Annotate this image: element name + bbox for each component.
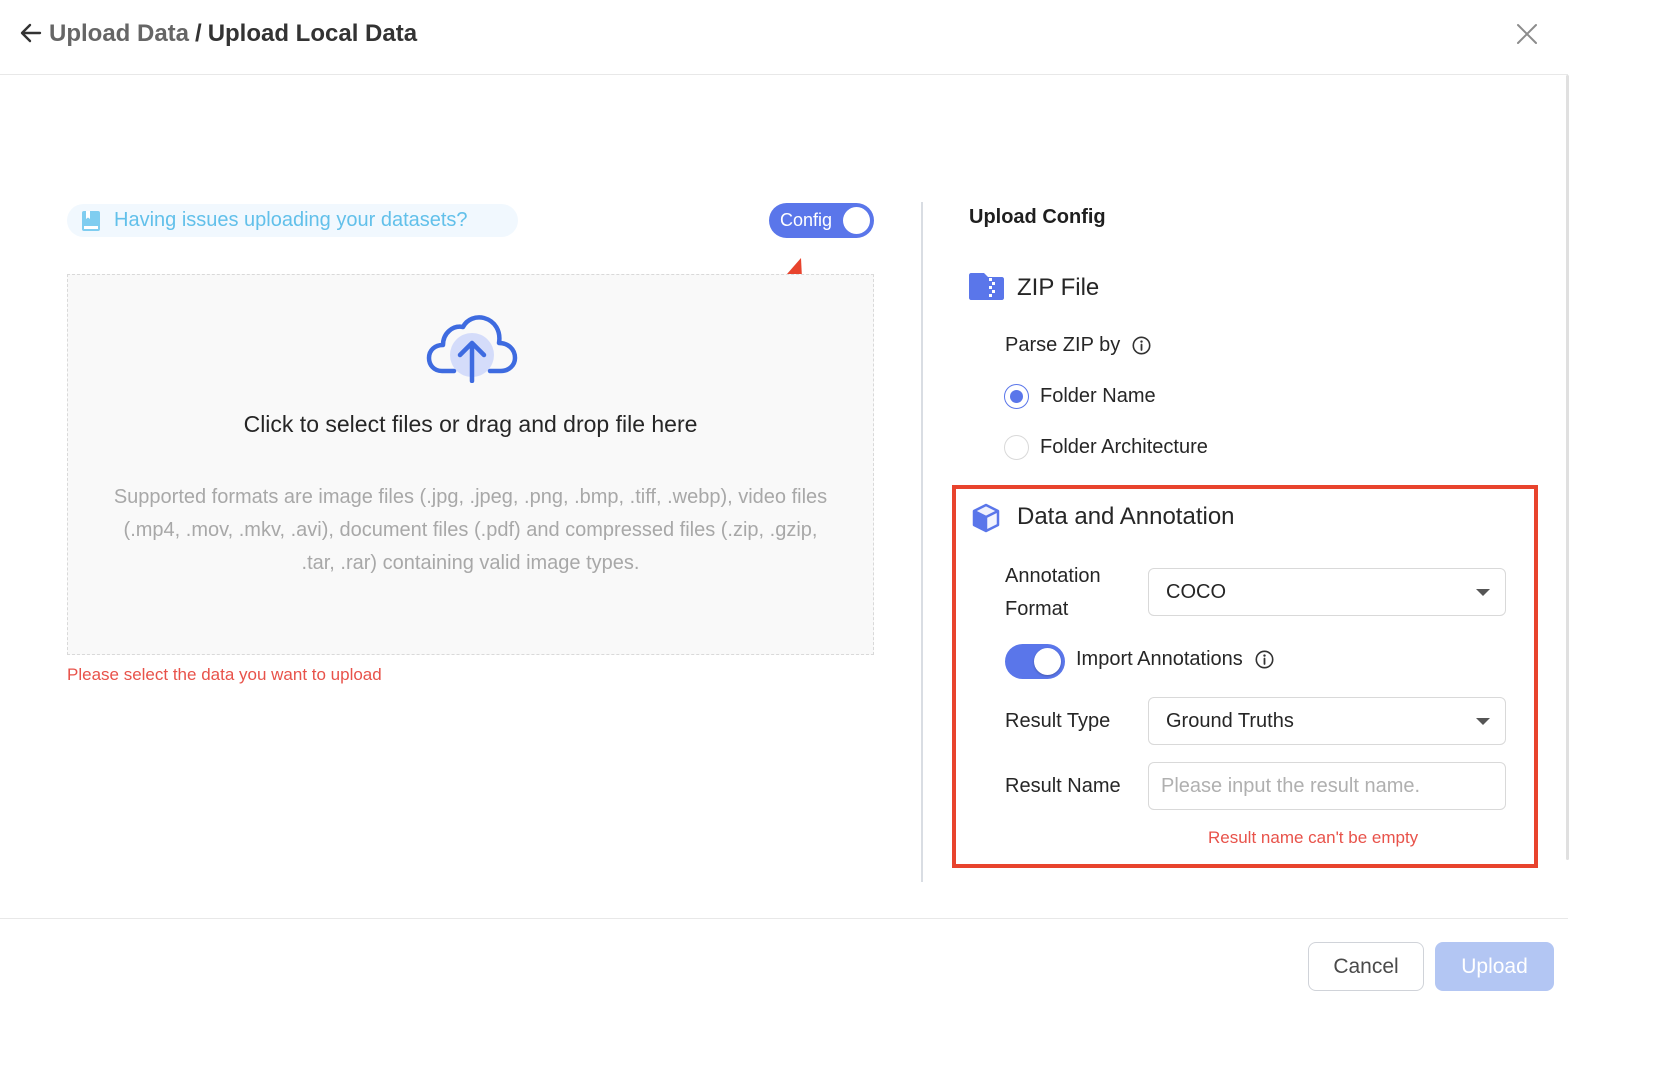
result-type-select[interactable]: Ground Truths xyxy=(1148,697,1506,745)
panel-divider xyxy=(921,202,923,882)
annotation-format-label-line1: Annotation xyxy=(1005,565,1101,587)
annotation-format-value: COCO xyxy=(1166,580,1226,603)
import-annotations-toggle[interactable] xyxy=(1005,644,1065,679)
dropzone-title: Click to select files or drag and drop f… xyxy=(243,411,698,437)
result-type-label: Result Type xyxy=(1005,710,1111,732)
result-name-error: Result name can't be empty xyxy=(1208,828,1419,847)
radio-folder-name[interactable]: Folder Name xyxy=(1004,384,1156,409)
dropzone-description: Supported formats are image files (.jpg,… xyxy=(113,486,828,574)
caret-down-icon xyxy=(1476,589,1490,596)
cube-icon xyxy=(972,503,1000,533)
caret-down-icon xyxy=(1476,718,1490,725)
radio-label: Folder Name xyxy=(1040,385,1156,407)
close-icon[interactable] xyxy=(1514,21,1540,47)
radio-label: Folder Architecture xyxy=(1040,436,1208,458)
help-link-text: Having issues uploading your datasets? xyxy=(114,209,468,231)
zip-file-title: ZIP File xyxy=(1017,274,1100,301)
breadcrumb-parent[interactable]: Upload Data xyxy=(49,20,189,47)
help-link[interactable]: Having issues uploading your datasets? xyxy=(67,204,518,237)
annotation-format-label: Annotation Format xyxy=(1005,560,1101,626)
scrollbar[interactable] xyxy=(1566,75,1569,860)
zip-file-icon xyxy=(969,273,1004,300)
dialog-header: Upload Data / Upload Local Data xyxy=(0,0,1568,75)
result-name-label: Result Name xyxy=(1005,775,1121,797)
config-toggle-knob xyxy=(843,207,870,234)
radio-folder-architecture[interactable]: Folder Architecture xyxy=(1004,435,1208,460)
import-annotations-text: Import Annotations xyxy=(1076,648,1243,670)
info-icon[interactable] xyxy=(1132,336,1151,355)
info-icon[interactable] xyxy=(1255,650,1274,669)
config-toggle-label: Config xyxy=(780,210,833,230)
annotation-format-label-line2: Format xyxy=(1005,598,1069,620)
config-toggle[interactable]: Config xyxy=(769,203,874,238)
parse-zip-label-text: Parse ZIP by xyxy=(1005,334,1121,356)
book-icon xyxy=(82,210,100,231)
toggle-knob xyxy=(1034,648,1061,675)
radio-button-unchecked[interactable] xyxy=(1004,435,1029,460)
result-name-input[interactable] xyxy=(1148,762,1506,810)
footer-divider xyxy=(0,918,1568,919)
data-annotation-title: Data and Annotation xyxy=(1017,503,1235,530)
result-type-value: Ground Truths xyxy=(1166,709,1294,732)
arrow-left-icon[interactable] xyxy=(18,20,44,46)
upload-button[interactable]: Upload xyxy=(1435,942,1554,991)
upload-config-title: Upload Config xyxy=(969,206,1106,228)
breadcrumb: Upload Data / Upload Local Data xyxy=(49,18,417,50)
radio-button-checked[interactable] xyxy=(1004,384,1029,409)
cloud-upload-icon xyxy=(426,315,518,383)
breadcrumb-current: Upload Local Data xyxy=(207,20,418,47)
upload-error-message: Please select the data you want to uploa… xyxy=(67,665,382,684)
file-dropzone[interactable]: Click to select files or drag and drop f… xyxy=(67,274,874,655)
annotation-format-select[interactable]: COCO xyxy=(1148,568,1506,616)
cancel-button[interactable]: Cancel xyxy=(1308,942,1424,991)
breadcrumb-separator: / xyxy=(195,20,202,47)
import-annotations-label: Import Annotations xyxy=(1076,648,1274,671)
parse-zip-label: Parse ZIP by xyxy=(1005,334,1151,357)
